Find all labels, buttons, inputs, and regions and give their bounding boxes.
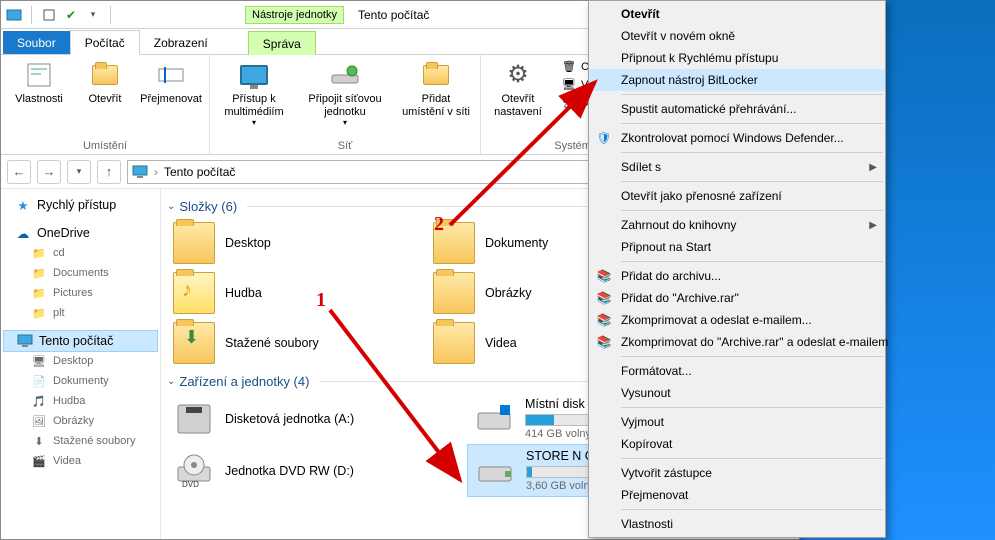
nav-downloads[interactable]: ⬇Stažené soubory: [1, 431, 160, 451]
floppy-icon: [173, 398, 215, 440]
address-segment[interactable]: Tento počítač: [164, 165, 235, 179]
menu-add-archive[interactable]: 📚Přidat do archivu...: [589, 265, 885, 287]
menu-pin-quick-access[interactable]: Připnout k Rychlému přístupu: [589, 47, 885, 69]
context-menu: Otevřít Otevřít v novém okně Připnout k …: [588, 0, 886, 538]
menu-share-with[interactable]: Sdílet s▶: [589, 156, 885, 178]
nav-music[interactable]: 🎵Hudba: [1, 391, 160, 411]
ribbon-open-button[interactable]: Otevřít: [83, 59, 127, 106]
nav-up-button[interactable]: ↑: [97, 160, 121, 184]
submenu-arrow-icon: ▶: [869, 220, 877, 231]
menu-open-new-window[interactable]: Otevřít v novém okně: [589, 25, 885, 47]
menu-compress-rar-mail[interactable]: 📚Zkomprimovat do "Archive.rar" a odeslat…: [589, 331, 885, 353]
folder-music[interactable]: ♪Hudba: [167, 268, 427, 318]
nav-onedrive-cd[interactable]: 📁cd: [1, 243, 160, 263]
ribbon-settings-button[interactable]: ⚙Otevřít nastavení: [489, 59, 547, 118]
qat-checkbox-icon[interactable]: ✔: [62, 6, 80, 24]
nav-thispc[interactable]: Tento počítač: [3, 330, 158, 352]
winrar-icon: 📚: [595, 333, 613, 351]
contextual-tab-label: Nástroje jednotky: [245, 6, 344, 24]
nav-forward-button[interactable]: →: [37, 160, 61, 184]
nav-onedrive-pictures[interactable]: 📁Pictures: [1, 283, 160, 303]
menu-autoplay[interactable]: Spustit automatické přehrávání...: [589, 98, 885, 120]
folder-sync-icon: 📁: [31, 285, 47, 301]
nav-recent-button[interactable]: ▾: [67, 160, 91, 184]
ribbon-group-label: Umístění: [83, 140, 127, 152]
ribbon-group-label: Síť: [338, 140, 353, 152]
videos-icon: 🎬: [31, 453, 47, 469]
navigation-pane: ★Rychlý přístup ☁OneDrive 📁cd 📁Documents…: [1, 189, 161, 539]
quick-access-toolbar: ✔ ▾: [5, 6, 115, 24]
dvd-icon: DVD: [173, 450, 215, 492]
menu-create-shortcut[interactable]: Vytvořit zástupce: [589, 462, 885, 484]
ribbon-group-label: Systém: [554, 140, 591, 152]
menu-open[interactable]: Otevřít: [589, 3, 885, 25]
cloud-icon: ☁: [15, 225, 31, 241]
menu-copy[interactable]: Kopírovat: [589, 433, 885, 455]
pictures-icon: 🖼: [31, 413, 47, 429]
ribbon-map-drive-button[interactable]: Připojit síťovou jednotku▾: [304, 59, 386, 127]
menu-include-library[interactable]: Zahrnout do knihovny▶: [589, 214, 885, 236]
folder-downloads[interactable]: ⬇Stažené soubory: [167, 318, 427, 368]
documents-icon: 📄: [31, 373, 47, 389]
menu-bitlocker[interactable]: Zapnout nástroj BitLocker: [589, 69, 885, 91]
menu-eject[interactable]: Vysunout: [589, 382, 885, 404]
nav-onedrive-plt[interactable]: 📁plt: [1, 303, 160, 323]
winrar-icon: 📚: [595, 289, 613, 307]
chevron-down-icon: ⌄: [167, 376, 175, 387]
nav-videos[interactable]: 🎬Videa: [1, 451, 160, 471]
hdd-icon: [473, 398, 515, 440]
star-icon: ★: [15, 197, 31, 213]
ribbon-rename-button[interactable]: Přejmenovat: [141, 59, 201, 106]
folder-sync-icon: 📁: [31, 245, 47, 261]
thispc-icon: [132, 164, 148, 180]
menu-defender[interactable]: 🛡Zkontrolovat pomocí Windows Defender...: [589, 127, 885, 149]
app-icon: [5, 6, 23, 24]
tab-file[interactable]: Soubor: [3, 31, 70, 54]
menu-format[interactable]: Formátovat...: [589, 360, 885, 382]
nav-quick-access[interactable]: ★Rychlý přístup: [1, 195, 160, 215]
submenu-arrow-icon: ▶: [869, 162, 877, 173]
winrar-icon: 📚: [595, 267, 613, 285]
ribbon-properties-button[interactable]: Vlastnosti: [9, 59, 69, 106]
ribbon-group-network: Přístup k multimédiím▾ Připojit síťovou …: [210, 55, 481, 154]
drive-dvd-d[interactable]: DVD Jednotka DVD RW (D:): [167, 444, 467, 497]
ribbon-add-location-button[interactable]: Přidat umístění v síti: [400, 59, 472, 118]
menu-add-rar[interactable]: 📚Přidat do "Archive.rar": [589, 287, 885, 309]
qat-properties-icon[interactable]: [40, 6, 58, 24]
menu-cut[interactable]: Vyjmout: [589, 411, 885, 433]
thispc-icon: [17, 333, 33, 349]
folder-sync-icon: 📁: [31, 305, 47, 321]
window-title: Tento počítač: [358, 8, 429, 22]
nav-onedrive[interactable]: ☁OneDrive: [1, 223, 160, 243]
menu-rename[interactable]: Přejmenovat: [589, 484, 885, 506]
menu-open-portable[interactable]: Otevřít jako přenosné zařízení: [589, 185, 885, 207]
chevron-down-icon: ⌄: [167, 201, 175, 212]
desktop-icon: 🖥: [31, 353, 47, 369]
nav-documents[interactable]: 📄Dokumenty: [1, 371, 160, 391]
ribbon-group-location: Vlastnosti Otevřít Přejmenovat Umístění: [1, 55, 210, 154]
winrar-icon: 📚: [595, 311, 613, 329]
tab-manage[interactable]: Správa: [248, 31, 316, 55]
folder-sync-icon: 📁: [31, 265, 47, 281]
nav-desktop[interactable]: 🖥Desktop: [1, 351, 160, 371]
ribbon-media-button[interactable]: Přístup k multimédiím▾: [218, 59, 290, 127]
tab-view[interactable]: Zobrazení: [140, 31, 222, 54]
usb-drive-icon: [474, 450, 516, 492]
nav-pictures[interactable]: 🖼Obrázky: [1, 411, 160, 431]
qat-dropdown-icon[interactable]: ▾: [84, 6, 102, 24]
downloads-icon: ⬇: [31, 433, 47, 449]
nav-onedrive-documents[interactable]: 📁Documents: [1, 263, 160, 283]
menu-compress-mail[interactable]: 📚Zkomprimovat a odeslat e-mailem...: [589, 309, 885, 331]
menu-properties[interactable]: Vlastnosti: [589, 513, 885, 535]
folder-desktop[interactable]: Desktop: [167, 218, 427, 268]
drive-floppy-a[interactable]: Disketová jednotka (A:): [167, 393, 467, 444]
tab-computer[interactable]: Počítač: [70, 30, 140, 55]
music-icon: 🎵: [31, 393, 47, 409]
nav-back-button[interactable]: ←: [7, 160, 31, 184]
shield-icon: 🛡: [595, 129, 613, 147]
svg-text:DVD: DVD: [182, 480, 199, 489]
menu-pin-start[interactable]: Připnout na Start: [589, 236, 885, 258]
